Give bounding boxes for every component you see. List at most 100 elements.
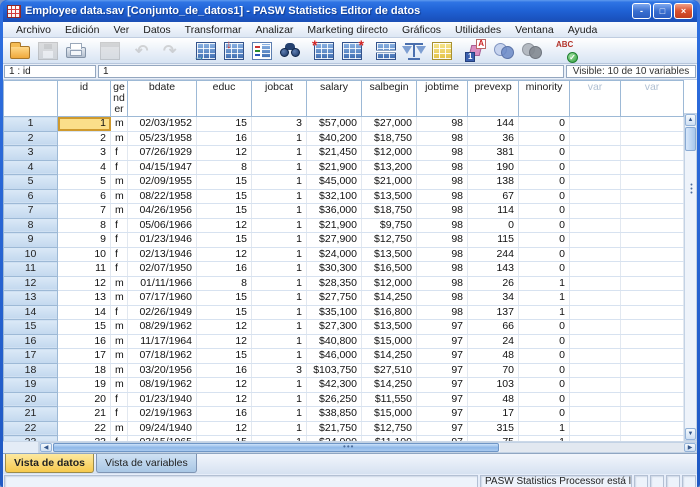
cell-bdate-row12[interactable]: 01/11/1966: [128, 276, 197, 291]
cell-educ-row12[interactable]: 8: [197, 276, 252, 291]
cell-jobcat-row4[interactable]: 1: [252, 160, 307, 175]
cell-gender-row10[interactable]: f: [111, 247, 128, 262]
cell-id-row13[interactable]: 13: [58, 291, 111, 306]
cell-jobtime-row10[interactable]: 98: [417, 247, 468, 262]
cell-salary-row14[interactable]: $35,100: [307, 305, 362, 320]
cell-prevexp-row4[interactable]: 190: [468, 160, 519, 175]
cell-var2-row16[interactable]: [621, 334, 684, 349]
cell-id-row16[interactable]: 16: [58, 334, 111, 349]
cell-prevexp-row12[interactable]: 26: [468, 276, 519, 291]
cell-salary-row1[interactable]: $57,000: [307, 117, 362, 132]
cell-salary-row12[interactable]: $28,350: [307, 276, 362, 291]
cell-var2-row14[interactable]: [621, 305, 684, 320]
cell-educ-row1[interactable]: 15: [197, 117, 252, 132]
cell-bdate-row20[interactable]: 01/23/1940: [128, 392, 197, 407]
goto-variable-button[interactable]: ↓: [220, 39, 248, 63]
cell-minority-row10[interactable]: 0: [519, 247, 570, 262]
cell-salbegin-row12[interactable]: $12,000: [362, 276, 417, 291]
row-header-11[interactable]: 11: [4, 262, 58, 277]
cell-id-row19[interactable]: 19: [58, 378, 111, 393]
cell-jobtime-row6[interactable]: 98: [417, 189, 468, 204]
column-header-prevexp[interactable]: prevexp: [468, 81, 519, 117]
menu-item[interactable]: Gráficos: [395, 23, 448, 37]
cell-gender-row17[interactable]: m: [111, 349, 128, 364]
cell-minority-row20[interactable]: 0: [519, 392, 570, 407]
cell-var2-row4[interactable]: [621, 160, 684, 175]
cell-salary-row16[interactable]: $40,800: [307, 334, 362, 349]
cell-salbegin-row1[interactable]: $27,000: [362, 117, 417, 132]
cell-salbegin-row9[interactable]: $12,750: [362, 233, 417, 248]
cell-var2-row1[interactable]: [621, 117, 684, 132]
cell-jobcat-row11[interactable]: 1: [252, 262, 307, 277]
cell-prevexp-row22[interactable]: 315: [468, 421, 519, 436]
column-header-bdate[interactable]: bdate: [128, 81, 197, 117]
cell-var1-row4[interactable]: [570, 160, 621, 175]
cell-jobcat-row3[interactable]: 1: [252, 146, 307, 161]
cell-id-row5[interactable]: 5: [58, 175, 111, 190]
cell-salbegin-row19[interactable]: $14,250: [362, 378, 417, 393]
split-file-button[interactable]: [372, 39, 400, 63]
cell-minority-row18[interactable]: 0: [519, 363, 570, 378]
menu-item[interactable]: Utilidades: [448, 23, 508, 37]
menu-item[interactable]: Transformar: [178, 23, 249, 37]
cell-var2-row19[interactable]: [621, 378, 684, 393]
cell-salary-row9[interactable]: $27,900: [307, 233, 362, 248]
cell-var1-row12[interactable]: [570, 276, 621, 291]
cell-var2-row17[interactable]: [621, 349, 684, 364]
cell-prevexp-row19[interactable]: 103: [468, 378, 519, 393]
cell-jobtime-row2[interactable]: 98: [417, 131, 468, 146]
cell-id-row20[interactable]: 20: [58, 392, 111, 407]
goto-case-button[interactable]: →: [192, 39, 220, 63]
cell-jobtime-row4[interactable]: 98: [417, 160, 468, 175]
row-header-6[interactable]: 6: [4, 189, 58, 204]
cell-minority-row5[interactable]: 0: [519, 175, 570, 190]
cell-bdate-row17[interactable]: 07/18/1962: [128, 349, 197, 364]
cell-minority-row19[interactable]: 0: [519, 378, 570, 393]
menu-item[interactable]: Edición: [58, 23, 106, 37]
cell-minority-row11[interactable]: 0: [519, 262, 570, 277]
insert-cases-button[interactable]: *: [310, 39, 338, 63]
cell-jobcat-row21[interactable]: 1: [252, 407, 307, 422]
cell-jobcat-row2[interactable]: 1: [252, 131, 307, 146]
cell-bdate-row10[interactable]: 02/13/1946: [128, 247, 197, 262]
cell-prevexp-row13[interactable]: 34: [468, 291, 519, 306]
row-header-3[interactable]: 3: [4, 146, 58, 161]
cell-prevexp-row9[interactable]: 115: [468, 233, 519, 248]
cell-id-row3[interactable]: 3: [58, 146, 111, 161]
cell-bdate-row21[interactable]: 02/19/1963: [128, 407, 197, 422]
cell-prevexp-row1[interactable]: 144: [468, 117, 519, 132]
menu-item[interactable]: Marketing directo: [300, 23, 395, 37]
cell-prevexp-row17[interactable]: 48: [468, 349, 519, 364]
cell-var2-row12[interactable]: [621, 276, 684, 291]
undo-button[interactable]: [130, 39, 158, 63]
cell-bdate-row11[interactable]: 02/07/1950: [128, 262, 197, 277]
cell-salary-row10[interactable]: $24,000: [307, 247, 362, 262]
column-header-jobtime[interactable]: jobtime: [417, 81, 468, 117]
cell-salary-row13[interactable]: $27,750: [307, 291, 362, 306]
cell-bdate-row14[interactable]: 02/26/1949: [128, 305, 197, 320]
cell-bdate-row1[interactable]: 02/03/1952: [128, 117, 197, 132]
row-header-7[interactable]: 7: [4, 204, 58, 219]
cell-salbegin-row7[interactable]: $18,750: [362, 204, 417, 219]
cell-prevexp-row2[interactable]: 36: [468, 131, 519, 146]
cell-salbegin-row21[interactable]: $15,000: [362, 407, 417, 422]
row-header-14[interactable]: 14: [4, 305, 58, 320]
cell-var2-row7[interactable]: [621, 204, 684, 219]
cell-gender-row5[interactable]: m: [111, 175, 128, 190]
cell-prevexp-row20[interactable]: 48: [468, 392, 519, 407]
cell-var2-row5[interactable]: [621, 175, 684, 190]
row-header-19[interactable]: 19: [4, 378, 58, 393]
cell-gender-row19[interactable]: m: [111, 378, 128, 393]
cell-salbegin-row2[interactable]: $18,750: [362, 131, 417, 146]
row-header-9[interactable]: 9: [4, 233, 58, 248]
cell-educ-row18[interactable]: 16: [197, 363, 252, 378]
cell-var1-row17[interactable]: [570, 349, 621, 364]
cell-jobtime-row7[interactable]: 98: [417, 204, 468, 219]
cell-jobcat-row19[interactable]: 1: [252, 378, 307, 393]
row-header-17[interactable]: 17: [4, 349, 58, 364]
cell-educ-row6[interactable]: 15: [197, 189, 252, 204]
cell-salary-row22[interactable]: $21,750: [307, 421, 362, 436]
vertical-pane-splitter[interactable]: •••: [685, 184, 697, 196]
cell-salary-row8[interactable]: $21,900: [307, 218, 362, 233]
cell-educ-row5[interactable]: 15: [197, 175, 252, 190]
